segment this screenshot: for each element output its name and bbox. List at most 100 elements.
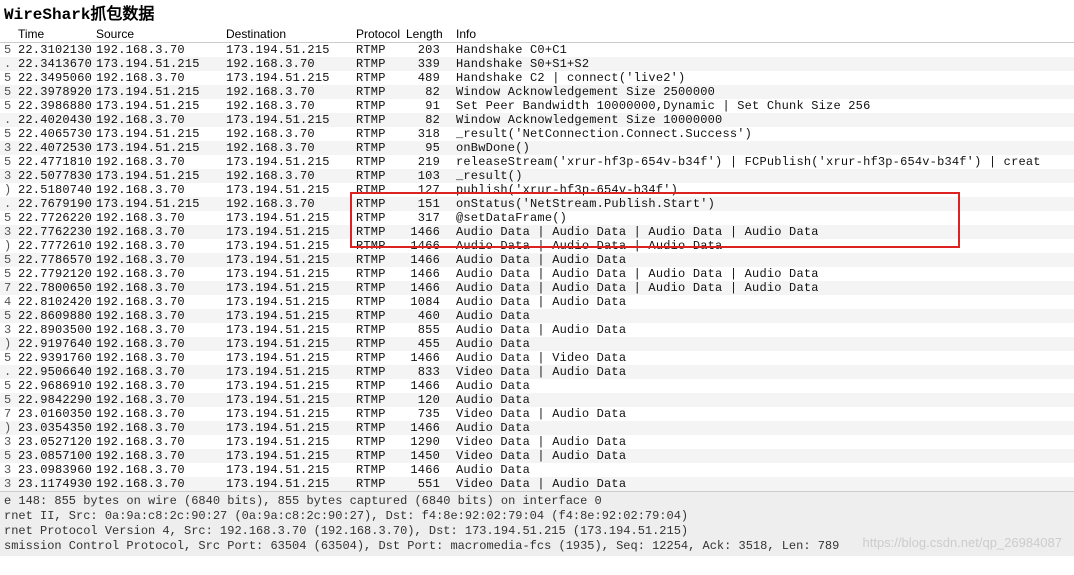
cell-source: 192.168.3.70 <box>92 155 222 169</box>
table-row[interactable]: )22.5180740192.168.3.70173.194.51.215RTM… <box>0 183 1074 197</box>
table-row[interactable]: 322.5077830173.194.51.215192.168.3.70RTM… <box>0 169 1074 183</box>
table-row[interactable]: 522.4771810192.168.3.70173.194.51.215RTM… <box>0 155 1074 169</box>
cell-source: 192.168.3.70 <box>92 295 222 309</box>
cell-info: Audio Data | Audio Data <box>452 295 1074 309</box>
cell-source: 173.194.51.215 <box>92 127 222 141</box>
cell-destination: 192.168.3.70 <box>222 127 352 141</box>
table-row[interactable]: 323.1174930192.168.3.70173.194.51.215RTM… <box>0 477 1074 491</box>
cell-no: . <box>0 113 14 127</box>
table-row[interactable]: 522.3986880173.194.51.215192.168.3.70RTM… <box>0 99 1074 113</box>
table-row[interactable]: )22.7772610192.168.3.70173.194.51.215RTM… <box>0 239 1074 253</box>
cell-destination: 173.194.51.215 <box>222 463 352 477</box>
table-row[interactable]: 522.7792120192.168.3.70173.194.51.215RTM… <box>0 267 1074 281</box>
table-row[interactable]: 322.7762230192.168.3.70173.194.51.215RTM… <box>0 225 1074 239</box>
cell-no: 3 <box>0 225 14 239</box>
cell-info: Audio Data <box>452 463 1074 477</box>
table-row[interactable]: 522.3978920173.194.51.215192.168.3.70RTM… <box>0 85 1074 99</box>
table-row[interactable]: 522.7726220192.168.3.70173.194.51.215RTM… <box>0 211 1074 225</box>
table-row[interactable]: .22.9506640192.168.3.70173.194.51.215RTM… <box>0 365 1074 379</box>
col-header-no[interactable] <box>0 26 14 43</box>
table-row[interactable]: .22.3413670173.194.51.215192.168.3.70RTM… <box>0 57 1074 71</box>
cell-length: 1466 <box>402 253 452 267</box>
table-row[interactable]: 522.8609880192.168.3.70173.194.51.215RTM… <box>0 309 1074 323</box>
cell-info: Set Peer Bandwidth 10000000,Dynamic | Se… <box>452 99 1074 113</box>
col-header-length[interactable]: Length <box>402 26 452 43</box>
table-row[interactable]: )22.9197640192.168.3.70173.194.51.215RTM… <box>0 337 1074 351</box>
cell-no: 3 <box>0 323 14 337</box>
table-row[interactable]: 723.0160350192.168.3.70173.194.51.215RTM… <box>0 407 1074 421</box>
cell-destination: 173.194.51.215 <box>222 225 352 239</box>
cell-info: Video Data | Audio Data <box>452 435 1074 449</box>
cell-time: 22.3102130 <box>14 43 92 58</box>
cell-source: 173.194.51.215 <box>92 141 222 155</box>
table-row[interactable]: 522.3102130192.168.3.70173.194.51.215RTM… <box>0 43 1074 58</box>
cell-time: 23.1174930 <box>14 477 92 491</box>
cell-protocol: RTMP <box>352 141 402 155</box>
cell-protocol: RTMP <box>352 169 402 183</box>
cell-no: ) <box>0 183 14 197</box>
cell-info: Audio Data <box>452 393 1074 407</box>
col-header-time[interactable]: Time <box>14 26 92 43</box>
table-row[interactable]: 522.9686910192.168.3.70173.194.51.215RTM… <box>0 379 1074 393</box>
cell-source: 173.194.51.215 <box>92 85 222 99</box>
cell-time: 22.8102420 <box>14 295 92 309</box>
table-row[interactable]: 323.0983960192.168.3.70173.194.51.215RTM… <box>0 463 1074 477</box>
cell-source: 192.168.3.70 <box>92 435 222 449</box>
packet-table: Time Source Destination Protocol Length … <box>0 26 1074 491</box>
cell-protocol: RTMP <box>352 309 402 323</box>
table-header-row[interactable]: Time Source Destination Protocol Length … <box>0 26 1074 43</box>
cell-time: 22.9506640 <box>14 365 92 379</box>
col-header-source[interactable]: Source <box>92 26 222 43</box>
cell-length: 489 <box>402 71 452 85</box>
cell-protocol: RTMP <box>352 43 402 58</box>
cell-time: 22.5180740 <box>14 183 92 197</box>
cell-length: 95 <box>402 141 452 155</box>
cell-info: onBwDone() <box>452 141 1074 155</box>
cell-no: 5 <box>0 253 14 267</box>
cell-source: 192.168.3.70 <box>92 281 222 295</box>
detail-frame[interactable]: e 148: 855 bytes on wire (6840 bits), 85… <box>4 494 1070 509</box>
cell-info: Window Acknowledgement Size 10000000 <box>452 113 1074 127</box>
col-header-protocol[interactable]: Protocol <box>352 26 402 43</box>
cell-protocol: RTMP <box>352 239 402 253</box>
table-row[interactable]: 422.8102420192.168.3.70173.194.51.215RTM… <box>0 295 1074 309</box>
cell-no: 5 <box>0 449 14 463</box>
cell-no: 5 <box>0 99 14 113</box>
table-row[interactable]: 522.9842290192.168.3.70173.194.51.215RTM… <box>0 393 1074 407</box>
cell-no: 5 <box>0 309 14 323</box>
cell-time: 22.3495060 <box>14 71 92 85</box>
cell-time: 22.7786570 <box>14 253 92 267</box>
cell-destination: 173.194.51.215 <box>222 281 352 295</box>
col-header-destination[interactable]: Destination <box>222 26 352 43</box>
cell-destination: 173.194.51.215 <box>222 253 352 267</box>
cell-length: 455 <box>402 337 452 351</box>
cell-length: 318 <box>402 127 452 141</box>
cell-time: 22.8609880 <box>14 309 92 323</box>
table-row[interactable]: 322.8903500192.168.3.70173.194.51.215RTM… <box>0 323 1074 337</box>
detail-ethernet[interactable]: rnet II, Src: 0a:9a:c8:2c:90:27 (0a:9a:c… <box>4 509 1070 524</box>
table-row[interactable]: 722.7800650192.168.3.70173.194.51.215RTM… <box>0 281 1074 295</box>
table-row[interactable]: 323.0527120192.168.3.70173.194.51.215RTM… <box>0 435 1074 449</box>
table-row[interactable]: .22.7679190173.194.51.215192.168.3.70RTM… <box>0 197 1074 211</box>
table-row[interactable]: 522.3495060192.168.3.70173.194.51.215RTM… <box>0 71 1074 85</box>
cell-time: 22.5077830 <box>14 169 92 183</box>
table-row[interactable]: 523.0857100192.168.3.70173.194.51.215RTM… <box>0 449 1074 463</box>
table-row[interactable]: 522.9391760192.168.3.70173.194.51.215RTM… <box>0 351 1074 365</box>
cell-length: 1466 <box>402 379 452 393</box>
table-row[interactable]: 322.4072530173.194.51.215192.168.3.70RTM… <box>0 141 1074 155</box>
cell-destination: 173.194.51.215 <box>222 183 352 197</box>
table-row[interactable]: .22.4020430192.168.3.70173.194.51.215RTM… <box>0 113 1074 127</box>
cell-destination: 173.194.51.215 <box>222 449 352 463</box>
cell-info: publish('xrur-hf3p-654v-b34f') <box>452 183 1074 197</box>
table-row[interactable]: )23.0354350192.168.3.70173.194.51.215RTM… <box>0 421 1074 435</box>
cell-time: 22.7762230 <box>14 225 92 239</box>
cell-length: 735 <box>402 407 452 421</box>
cell-protocol: RTMP <box>352 477 402 491</box>
table-row[interactable]: 522.4065730173.194.51.215192.168.3.70RTM… <box>0 127 1074 141</box>
cell-protocol: RTMP <box>352 57 402 71</box>
table-row[interactable]: 522.7786570192.168.3.70173.194.51.215RTM… <box>0 253 1074 267</box>
col-header-info[interactable]: Info <box>452 26 1074 43</box>
cell-source: 192.168.3.70 <box>92 365 222 379</box>
watermark: https://blog.csdn.net/qp_26984087 <box>863 535 1063 550</box>
cell-protocol: RTMP <box>352 225 402 239</box>
